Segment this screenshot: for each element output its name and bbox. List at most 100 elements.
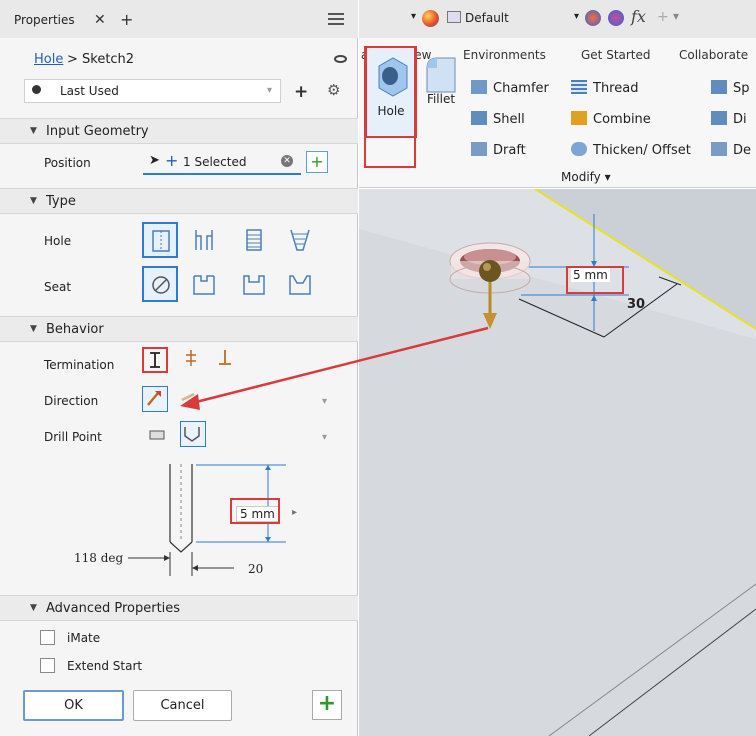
section-advanced-properties[interactable]: ▼ Advanced Properties <box>0 595 358 621</box>
hole-label: Hole <box>377 104 405 118</box>
drill-point-flat-button[interactable] <box>146 424 172 450</box>
spotface-seat-button[interactable] <box>236 266 272 302</box>
offset-dimension-value[interactable]: 30 <box>627 297 645 312</box>
apply-button[interactable]: + <box>312 690 342 720</box>
appearance-dropdown[interactable]: Default <box>465 11 509 25</box>
eye-icon[interactable] <box>334 55 347 63</box>
chevron-down-icon[interactable]: ▾ <box>322 432 327 443</box>
imate-label: iMate <box>67 631 101 645</box>
direct-edit-label: Di <box>733 112 747 127</box>
collapse-triangle-icon: ▼ <box>30 196 37 206</box>
imate-checkbox[interactable] <box>40 630 55 645</box>
customize-qat-icon[interactable]: ▾ <box>673 9 679 23</box>
seat-label: Seat <box>44 280 72 294</box>
position-label: Position <box>44 156 91 170</box>
split-command-button[interactable]: Sp <box>711 80 750 96</box>
tab-environments[interactable]: Environments <box>463 48 546 62</box>
sketch-point-button[interactable]: + <box>306 151 328 173</box>
hole-icon <box>378 57 408 97</box>
preset-dropdown[interactable]: Last Used ▾ <box>24 79 281 103</box>
adjust-icon[interactable] <box>585 10 601 26</box>
breadcrumb-hole-link[interactable]: Hole <box>34 52 63 67</box>
cancel-button[interactable]: Cancel <box>133 690 232 721</box>
counterbore-seat-button[interactable] <box>186 266 222 302</box>
combine-label: Combine <box>593 112 651 127</box>
thicken-label: Thicken/ Offset <box>593 143 691 158</box>
clear-selection-icon[interactable]: ✕ <box>281 155 293 167</box>
modify-panel-label[interactable]: Modify ▾ <box>561 170 611 184</box>
chevron-down-icon[interactable]: ▾ <box>574 11 579 22</box>
fillet-command-button[interactable]: Fillet <box>415 46 467 138</box>
crosshair-icon: + <box>165 151 179 170</box>
split-label: Sp <box>733 81 750 96</box>
model-view <box>359 189 756 736</box>
chamfer-label: Chamfer <box>493 81 549 96</box>
gear-icon[interactable]: ⚙ <box>327 81 340 99</box>
thread-label: Thread <box>593 81 639 96</box>
simple-hole-button[interactable] <box>142 222 178 258</box>
tab-collaborate[interactable]: Collaborate <box>679 48 748 62</box>
termination-to-button[interactable] <box>214 347 240 373</box>
depth-menu-icon[interactable]: ▸ <box>292 507 297 518</box>
appearance-color-icon[interactable] <box>422 10 439 27</box>
draft-icon <box>471 142 487 156</box>
tab-properties[interactable]: Properties <box>14 13 75 27</box>
chevron-down-icon[interactable]: ▾ <box>411 11 416 22</box>
close-icon[interactable]: ✕ <box>94 12 106 28</box>
add-icon[interactable]: + <box>657 9 669 25</box>
add-preset-button[interactable]: + <box>294 82 308 102</box>
draft-command-button[interactable]: Draft <box>471 142 526 158</box>
shell-command-button[interactable]: Shell <box>471 111 525 127</box>
collapse-triangle-icon: ▼ <box>30 126 37 136</box>
no-seat-button[interactable] <box>142 266 178 302</box>
direct-edit-icon <box>711 111 727 125</box>
properties-panel: Properties ✕ + Hole > Sketch2 Last Used … <box>0 0 358 736</box>
thread-command-button[interactable]: Thread <box>571 80 638 96</box>
fillet-icon <box>426 57 456 93</box>
fx-parameters-button[interactable]: fx <box>631 7 646 26</box>
hole-command-button[interactable]: Hole <box>365 46 417 138</box>
preset-label: Last Used <box>60 84 119 98</box>
section-title: Type <box>46 194 76 209</box>
depth-value[interactable]: 5 mm <box>236 506 279 522</box>
chamfer-command-button[interactable]: Chamfer <box>471 80 549 96</box>
graphics-viewport[interactable]: 5 mm 30 <box>359 189 756 736</box>
direction-label: Direction <box>44 394 99 408</box>
termination-distance-button[interactable] <box>142 347 168 373</box>
direction-flipped-button[interactable] <box>176 386 202 412</box>
direction-default-button[interactable] <box>142 386 168 412</box>
material-icon <box>447 11 461 23</box>
thicken-icon <box>571 142 587 156</box>
clear-appearance-icon[interactable] <box>608 10 624 26</box>
depth-dimension-value[interactable]: 5 mm <box>571 268 610 282</box>
termination-through-all-button[interactable] <box>180 347 206 373</box>
delete-face-command-button[interactable]: De <box>711 142 751 158</box>
section-input-geometry[interactable]: ▼ Input Geometry <box>0 118 358 144</box>
ok-button[interactable]: OK <box>23 690 124 721</box>
ribbon: age View Environments Get Started Collab… <box>359 38 756 188</box>
drill-point-label: Drill Point <box>44 430 102 444</box>
tab-get-started[interactable]: Get Started <box>581 48 651 62</box>
thread-icon <box>571 80 587 94</box>
direct-edit-command-button[interactable]: Di <box>711 111 747 127</box>
section-behavior[interactable]: ▼ Behavior <box>0 316 358 342</box>
thicken-offset-command-button[interactable]: Thicken/ Offset <box>571 142 691 158</box>
shell-label: Shell <box>493 112 525 127</box>
section-title: Advanced Properties <box>46 601 181 616</box>
hamburger-menu-icon[interactable] <box>328 13 344 25</box>
extend-start-checkbox[interactable] <box>40 658 55 673</box>
hole-type-label: Hole <box>44 234 72 248</box>
collapse-triangle-icon: ▼ <box>30 324 37 334</box>
clearance-hole-button[interactable] <box>186 222 222 258</box>
tapped-hole-button[interactable] <box>236 222 272 258</box>
add-tab-icon[interactable]: + <box>120 10 133 29</box>
combine-command-button[interactable]: Combine <box>571 111 651 127</box>
taper-tapped-hole-button[interactable] <box>282 222 318 258</box>
chevron-down-icon[interactable]: ▾ <box>322 396 327 407</box>
section-type[interactable]: ▼ Type <box>0 188 358 214</box>
delete-face-label: De <box>733 143 752 158</box>
position-selector[interactable]: ➤ + 1 Selected ✕ <box>143 151 301 175</box>
draft-label: Draft <box>493 143 526 158</box>
countersink-seat-button[interactable] <box>282 266 318 302</box>
drill-point-angle-button[interactable] <box>180 421 206 447</box>
